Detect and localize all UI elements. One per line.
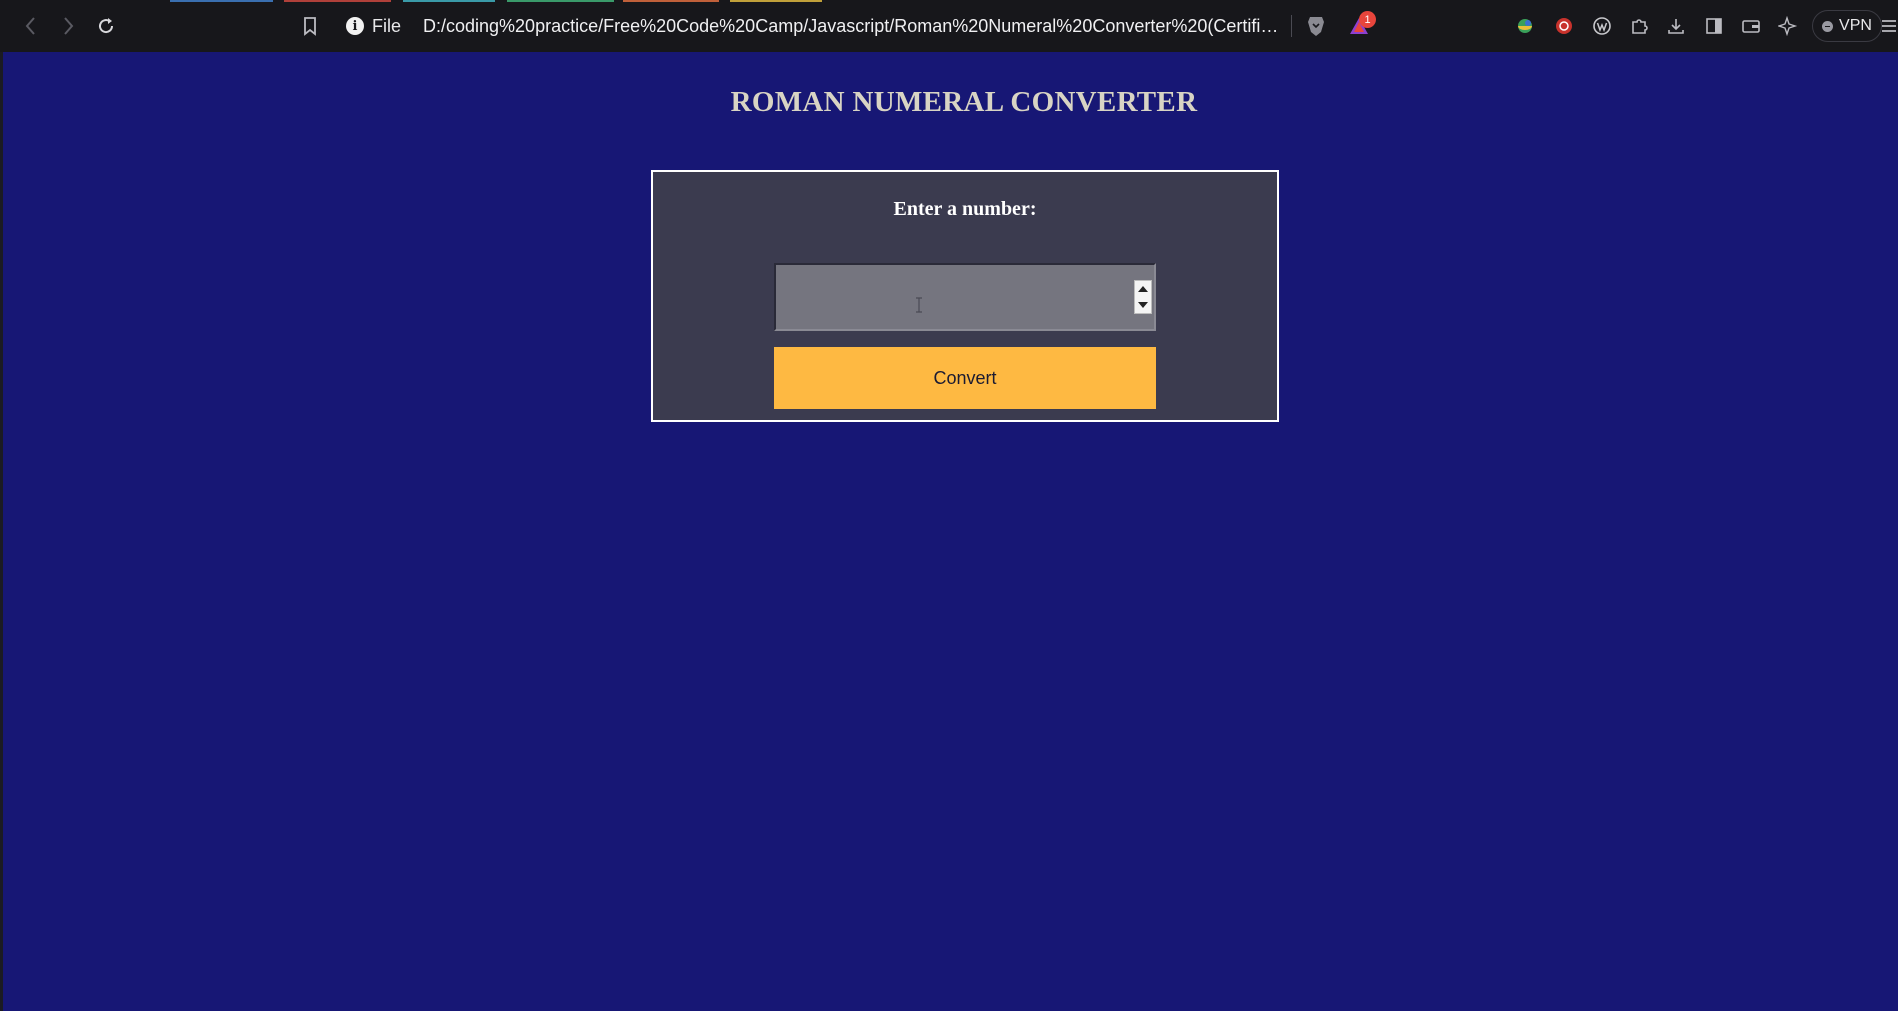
- extensions-menu-button[interactable]: [1623, 10, 1655, 42]
- sparkle-icon: [1778, 16, 1798, 36]
- brave-lion-icon: [1308, 17, 1324, 36]
- chevron-right-icon: [64, 17, 74, 35]
- bookmark-button[interactable]: [294, 10, 326, 42]
- number-prompt-label: Enter a number:: [893, 198, 1037, 220]
- site-info-button[interactable]: i File: [346, 12, 401, 40]
- number-spinner[interactable]: [1134, 280, 1152, 314]
- reload-icon: [99, 18, 114, 34]
- info-icon: i: [346, 17, 364, 35]
- site-info-label: File: [372, 15, 402, 36]
- wallet-icon: [1742, 20, 1760, 33]
- convert-button[interactable]: Convert: [774, 347, 1156, 409]
- extension-shield-red-icon: [1556, 18, 1572, 34]
- extension-ublock-button[interactable]: [1548, 10, 1580, 42]
- number-input[interactable]: [774, 263, 1156, 331]
- bookmark-icon: [304, 17, 316, 36]
- hamburger-menu-icon: [1882, 20, 1896, 32]
- tab-indicator[interactable]: [170, 0, 273, 2]
- tab-indicator[interactable]: [730, 0, 822, 2]
- tab-indicator[interactable]: [507, 0, 614, 2]
- tab-indicator[interactable]: [284, 0, 391, 2]
- page-title: ROMAN NUMERAL CONVERTER: [730, 86, 1198, 118]
- extension-w-button[interactable]: [1586, 10, 1618, 42]
- chevron-left-icon: [25, 17, 35, 35]
- extension-w-icon: [1593, 17, 1611, 35]
- reload-button[interactable]: [90, 10, 122, 42]
- extension-chromatic-button[interactable]: [1509, 10, 1541, 42]
- vpn-button[interactable]: VPN: [1812, 10, 1882, 42]
- address-divider: [1291, 15, 1292, 37]
- decrement-button[interactable]: [1135, 297, 1151, 313]
- tab-indicator[interactable]: [403, 0, 495, 2]
- text-cursor-icon: [916, 297, 922, 313]
- vpn-status-icon: [1822, 20, 1834, 32]
- back-button[interactable]: [15, 10, 47, 42]
- notification-badge: 1: [1359, 11, 1376, 28]
- puzzle-icon: [1632, 19, 1648, 34]
- sidebar-toggle-button[interactable]: [1698, 10, 1730, 42]
- tab-strip: [0, 0, 1898, 2]
- arrow-up-icon: [1138, 286, 1148, 292]
- brave-shields-button[interactable]: [1300, 10, 1332, 42]
- converter-card: Enter a number: Convert: [651, 170, 1279, 422]
- address-bar[interactable]: D:/coding%20practice/Free%20Code%20Camp/…: [423, 14, 1279, 38]
- vpn-label: VPN: [1839, 17, 1872, 34]
- browser-toolbar: i File D:/coding%20practice/Free%20Code%…: [0, 0, 1898, 52]
- arrow-down-icon: [1138, 302, 1148, 308]
- main-menu-button[interactable]: [1880, 10, 1898, 42]
- window-edge: [0, 52, 3, 1011]
- tab-indicator[interactable]: [623, 0, 719, 2]
- leo-ai-button[interactable]: [1772, 10, 1804, 42]
- forward-button[interactable]: [52, 10, 84, 42]
- increment-button[interactable]: [1135, 281, 1151, 297]
- wallet-button[interactable]: [1735, 10, 1767, 42]
- extension-globe-icon: [1518, 19, 1532, 33]
- sidebar-icon: [1706, 18, 1722, 34]
- downloads-button[interactable]: [1660, 10, 1692, 42]
- download-icon: [1668, 19, 1684, 34]
